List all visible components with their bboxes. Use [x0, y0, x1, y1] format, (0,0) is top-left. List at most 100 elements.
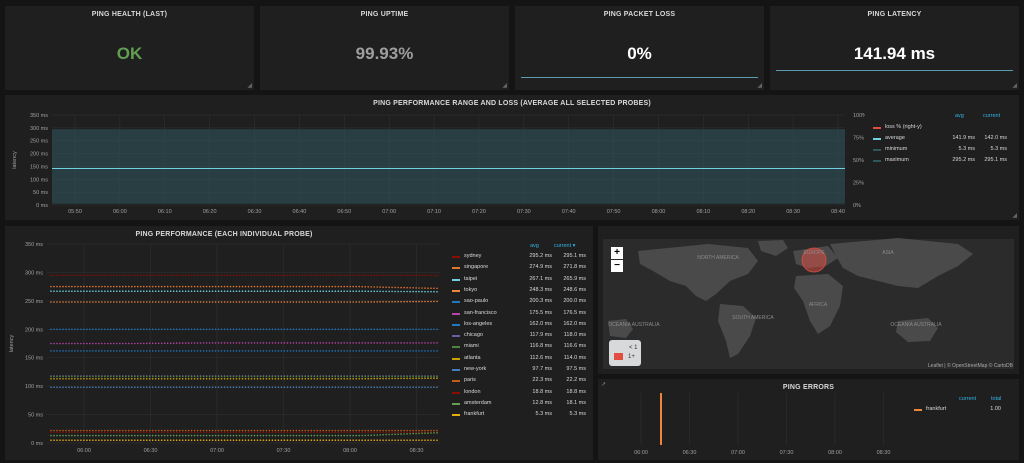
data-point	[166, 386, 169, 389]
legend-head-current[interactable]: current	[983, 113, 1000, 119]
data-point	[403, 286, 405, 289]
legend-row[interactable]: minimum 5.3 ms 5.3 ms	[873, 146, 1013, 155]
data-point	[319, 274, 322, 277]
legend-row[interactable]: singapore 274.9 ms 271.8 ms	[452, 264, 590, 273]
data-point	[331, 290, 334, 292]
data-point	[430, 432, 432, 434]
legend-row[interactable]: london 18.8 ms 18.8 ms	[452, 389, 590, 398]
data-point	[418, 386, 420, 389]
y-tick-label: 250 ms	[30, 139, 48, 145]
data-point	[295, 328, 298, 331]
data-point	[397, 433, 399, 435]
data-point	[406, 290, 408, 293]
data-point	[310, 290, 313, 292]
legend-head-current[interactable]: current ▾	[554, 243, 575, 249]
legend-head-avg[interactable]: avg	[530, 243, 539, 249]
data-point	[157, 328, 160, 331]
data-point	[137, 434, 139, 437]
data-point	[181, 386, 184, 389]
data-point	[223, 328, 226, 331]
data-point	[163, 439, 166, 441]
data-point	[268, 429, 271, 432]
data-point	[128, 342, 130, 345]
data-point	[122, 431, 124, 433]
legend-row[interactable]: average 141.9 ms 142.0 ms	[873, 135, 1013, 144]
legend-row[interactable]: taipei 267.1 ms 265.9 ms	[452, 276, 590, 285]
legend-swatch	[452, 335, 460, 338]
zoom-out-button[interactable]: −	[611, 260, 623, 272]
data-point	[280, 386, 283, 389]
legend-row[interactable]: atlanta 112.6 ms 114.0 ms	[452, 355, 590, 364]
resize-handle-icon[interactable]: ◢	[1012, 213, 1017, 219]
legend-row[interactable]: maximum 295.2 ms 295.1 ms	[873, 157, 1013, 166]
legend-row[interactable]: frankfurt 5.3 ms 5.3 ms	[452, 411, 590, 420]
data-point	[427, 342, 429, 344]
legend-row[interactable]: san-francisco 175.5 ms 176.5 ms	[452, 310, 590, 319]
data-point	[388, 274, 390, 277]
data-point	[412, 429, 414, 432]
data-point	[71, 328, 73, 331]
legend-row[interactable]: tokyo 248.3 ms 248.6 ms	[452, 287, 590, 296]
data-point	[220, 342, 223, 344]
data-point	[376, 342, 379, 344]
data-point	[307, 301, 310, 303]
data-point	[128, 378, 130, 380]
legend-row[interactable]: sydney 295.2 ms 295.1 ms	[452, 253, 590, 262]
data-point	[166, 434, 169, 437]
legend-row[interactable]: loss % (right-y)	[873, 124, 1013, 133]
world-map[interactable]: NORTH AMERICA SOUTH AMERICA EUROPE AFRIC…	[598, 226, 1019, 374]
data-point	[286, 285, 289, 288]
probe-chart: 350 ms300 ms250 ms200 ms150 ms100 ms50 m…	[9, 242, 441, 454]
legend-head-total[interactable]: total	[991, 396, 1001, 402]
data-point	[160, 290, 163, 292]
legend-row[interactable]: paris 22.3 ms 22.2 ms	[452, 377, 590, 386]
legend-row[interactable]: sao-paulo 200.3 ms 200.0 ms	[452, 298, 590, 307]
data-point	[86, 274, 88, 277]
data-point	[394, 375, 396, 378]
data-point	[205, 285, 208, 288]
data-point	[50, 431, 52, 433]
legend-row[interactable]: frankfurt 1.00	[914, 406, 1014, 415]
data-point	[169, 431, 172, 433]
data-point	[53, 431, 55, 433]
resize-handle-icon[interactable]: ◢	[757, 83, 762, 89]
data-point	[295, 375, 298, 378]
data-point	[220, 439, 223, 441]
data-point	[157, 434, 160, 437]
data-point	[310, 439, 313, 441]
map-attribution[interactable]: Leaflet | © OpenStreetMap © CartoDB	[927, 363, 1013, 369]
data-point	[304, 429, 307, 432]
data-point	[143, 378, 145, 380]
legend-head-current[interactable]: current	[959, 396, 976, 402]
legend-head-avg[interactable]: avg	[955, 113, 964, 119]
resize-handle-icon[interactable]: ◢	[1012, 83, 1017, 89]
data-point	[334, 290, 337, 292]
x-tick-label: 08:00	[343, 448, 357, 454]
legend-row[interactable]: new-york 97.7 ms 97.5 ms	[452, 366, 590, 375]
data-point	[190, 342, 193, 344]
legend-row[interactable]: miami 116.8 ms 116.6 ms	[452, 343, 590, 352]
legend-swatch	[452, 346, 460, 349]
data-point	[286, 431, 289, 433]
data-point	[53, 386, 55, 389]
y2-tick-label: 100%	[853, 113, 865, 119]
data-point	[178, 386, 181, 389]
data-point	[148, 342, 151, 345]
data-point	[319, 431, 322, 433]
legend-row[interactable]: los-angeles 162.0 ms 162.0 ms	[452, 321, 590, 330]
legend-row[interactable]: amsterdam 12.8 ms 18.1 ms	[452, 400, 590, 409]
data-point	[187, 274, 190, 277]
data-point	[283, 439, 286, 441]
data-point	[370, 431, 373, 433]
legend-row[interactable]: chicago 117.9 ms 118.0 ms	[452, 332, 590, 341]
data-point	[355, 342, 358, 344]
resize-handle-icon[interactable]: ◢	[502, 83, 507, 89]
resize-handle-icon[interactable]: ◢	[247, 83, 252, 89]
data-point	[424, 350, 426, 352]
data-point	[427, 429, 429, 432]
data-point	[193, 434, 196, 437]
data-point	[113, 375, 115, 378]
zoom-in-button[interactable]: +	[611, 247, 623, 259]
data-point	[77, 350, 79, 352]
legend-name: los-angeles	[464, 320, 493, 327]
